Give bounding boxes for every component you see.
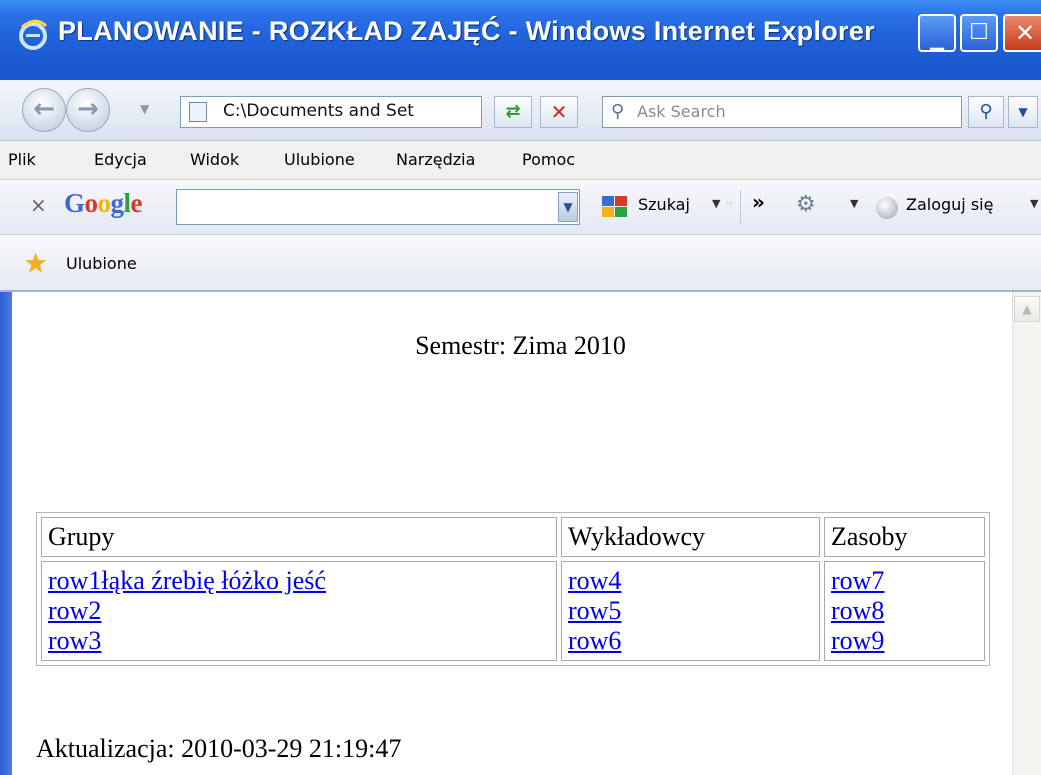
address-bar[interactable]: C:\Documents and Set ▼ xyxy=(180,96,661,128)
magnifier-icon: ⚲ xyxy=(979,101,993,122)
google-logo[interactable]: Google xyxy=(64,188,143,219)
menu-bar: Plik Edycja Widok Ulubione Narzędzia Pom… xyxy=(0,141,1041,180)
zasoby-link[interactable]: row8 xyxy=(831,596,978,626)
sign-in-icon xyxy=(876,197,898,219)
window-title: PLANOWANIE - ROZKŁAD ZAJĘĆ - Windows Int… xyxy=(58,16,875,46)
grupy-link[interactable]: row2 xyxy=(48,596,550,626)
menu-view[interactable]: Widok xyxy=(190,150,239,169)
minimize-button[interactable]: ▁ xyxy=(918,14,956,52)
header-zasoby: Zasoby xyxy=(824,517,985,557)
schedule-table: Grupy Wykładowcy Zasoby row1łąka źrebię … xyxy=(36,512,990,666)
table-header-row: Grupy Wykładowcy Zasoby xyxy=(41,517,985,557)
ie-logo-icon xyxy=(19,19,48,50)
grupy-link[interactable]: row3 xyxy=(48,626,550,656)
header-grupy: Grupy xyxy=(41,517,557,557)
back-button[interactable]: ← xyxy=(22,88,66,132)
google-toolbar: × Google ▼ Szukaj ▼ ·⋅ » ⚙ ▼ Zaloguj się… xyxy=(0,180,1041,235)
favorites-star-icon: ★ xyxy=(24,249,48,279)
grupy-link[interactable]: row1łąka źrebię łóżko jeść xyxy=(48,566,550,596)
favorites-bar: ★ Ulubione xyxy=(0,235,1041,292)
forward-button[interactable]: → xyxy=(66,88,110,132)
google-search-field[interactable] xyxy=(177,190,579,224)
wykladowcy-link[interactable]: row5 xyxy=(568,596,813,626)
chevron-down-icon: ▼ xyxy=(563,200,573,214)
wykladowcy-cell: row4 row5 row6 xyxy=(561,561,820,661)
zasoby-link[interactable]: row7 xyxy=(831,566,978,596)
menu-favorites[interactable]: Ulubione xyxy=(284,150,355,169)
last-update-text: Aktualizacja: 2010-03-29 21:19:47 xyxy=(36,734,402,763)
favorites-button[interactable]: Ulubione xyxy=(66,254,137,273)
search-box[interactable]: ⚲ Ask Search xyxy=(602,96,962,128)
wrench-icon[interactable]: ⚙ xyxy=(796,192,816,217)
scroll-up-button[interactable]: ▲ xyxy=(1014,296,1040,322)
google-search-button[interactable]: Szukaj xyxy=(638,195,690,214)
wykladowcy-link[interactable]: row6 xyxy=(568,626,813,656)
toolbar-close-icon[interactable]: × xyxy=(30,193,47,217)
grupy-cell: row1łąka źrebię łóżko jeść row2 row3 xyxy=(41,561,557,661)
maximize-icon: ☐ xyxy=(969,20,989,45)
menu-file[interactable]: Plik xyxy=(8,150,36,169)
title-bar: PLANOWANIE - ROZKŁAD ZAJĘĆ - Windows Int… xyxy=(0,0,1041,80)
semester-heading: Semestr: Zima 2010 xyxy=(415,331,626,360)
search-icon: ⚲ xyxy=(611,101,625,122)
table-row: row1łąka źrebię łóżko jeść row2 row3 row… xyxy=(41,561,985,661)
search-dropdown-icon[interactable]: ▼ xyxy=(712,197,720,210)
search-placeholder[interactable]: Ask Search xyxy=(637,102,726,121)
sign-in-button[interactable]: Zaloguj się xyxy=(906,195,993,214)
search-button[interactable]: ⚲ xyxy=(968,96,1004,128)
settings-dropdown-icon[interactable]: ▼ xyxy=(850,197,858,210)
refresh-icon: ⇄ xyxy=(505,101,521,122)
maximize-button[interactable]: ☐ xyxy=(960,14,998,52)
recent-pages-dropdown-icon[interactable]: ▼ xyxy=(140,102,149,116)
menu-help[interactable]: Pomoc xyxy=(522,150,575,169)
close-button[interactable]: ✕ xyxy=(1003,14,1041,52)
more-buttons-icon[interactable]: » xyxy=(752,190,765,214)
close-icon: ✕ xyxy=(1014,19,1036,47)
stop-icon: ✕ xyxy=(550,100,568,124)
divider-handle-icon: ·⋅ xyxy=(726,197,733,210)
header-wykladowcy: Wykładowcy xyxy=(561,517,820,557)
chevron-down-icon: ▼ xyxy=(1018,105,1028,119)
address-text[interactable]: C:\Documents and Set xyxy=(223,101,414,121)
menu-edit[interactable]: Edycja xyxy=(94,150,147,169)
chevron-up-icon: ▲ xyxy=(1022,302,1032,316)
search-options-dropdown[interactable]: ▼ xyxy=(1008,96,1038,128)
back-arrow-icon: ← xyxy=(33,94,55,124)
google-search-icon xyxy=(602,196,627,217)
zasoby-cell: row7 row8 row9 xyxy=(824,561,985,661)
forward-arrow-icon: → xyxy=(77,94,99,124)
sign-in-dropdown-icon[interactable]: ▼ xyxy=(1030,197,1038,210)
wykladowcy-link[interactable]: row4 xyxy=(568,566,813,596)
stop-button[interactable]: ✕ xyxy=(540,96,578,128)
vertical-scrollbar[interactable] xyxy=(1012,292,1041,775)
zasoby-link[interactable]: row9 xyxy=(831,626,978,656)
toolbar-separator xyxy=(740,190,741,224)
navigation-bar: ← → ▼ C:\Documents and Set ▼ ⇄ ✕ ⚲ Ask S… xyxy=(0,80,1041,141)
page-icon xyxy=(189,102,207,122)
window-left-border xyxy=(0,292,12,775)
google-search-dropdown[interactable]: ▼ xyxy=(558,192,578,222)
minimize-icon: ▁ xyxy=(930,30,944,51)
google-search-input[interactable] xyxy=(176,189,580,225)
menu-tools[interactable]: Narzędzia xyxy=(396,150,475,169)
refresh-button[interactable]: ⇄ xyxy=(494,96,532,128)
